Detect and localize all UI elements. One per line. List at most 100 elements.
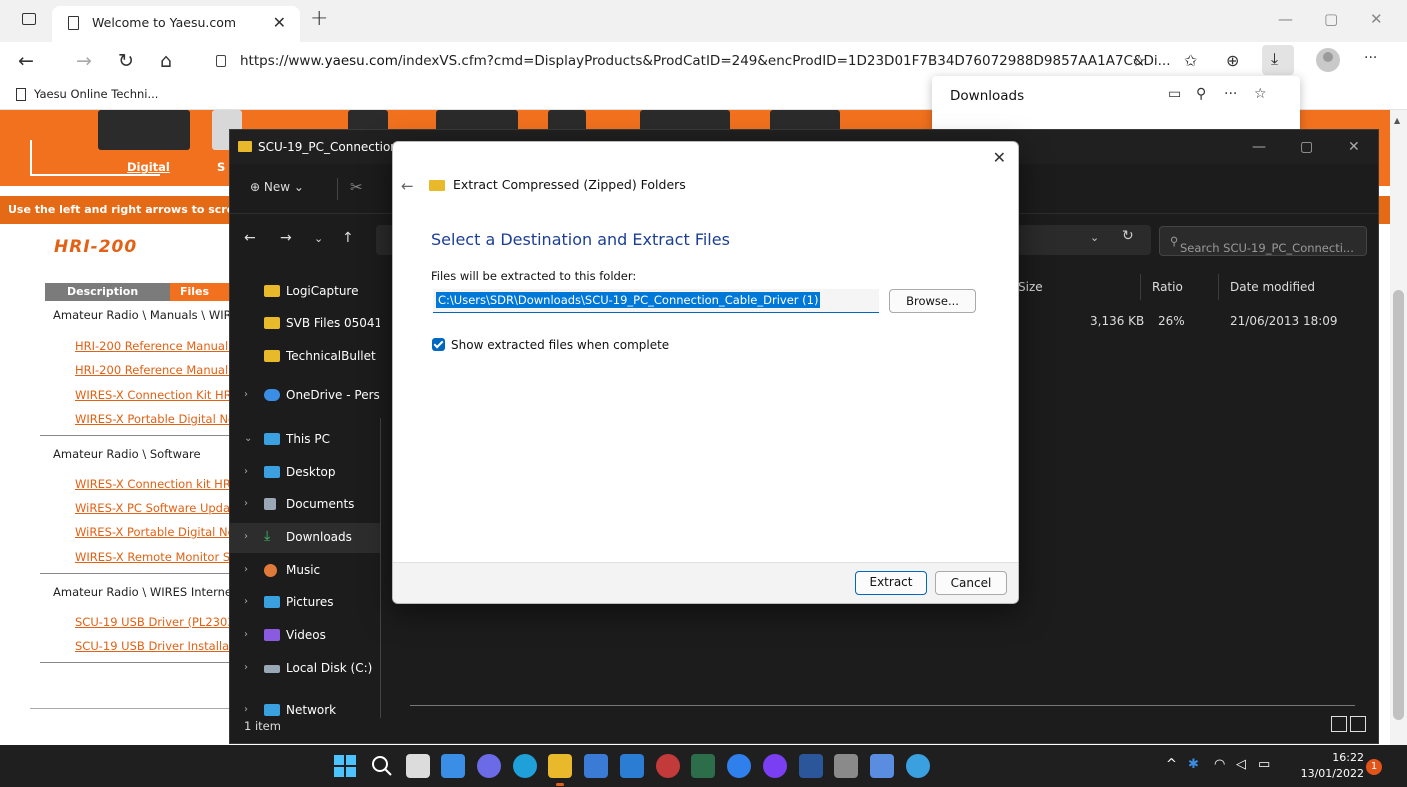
- file-link[interactable]: WIRES-X Remote Monitor Sc: [75, 550, 236, 564]
- mail-icon[interactable]: [620, 754, 644, 778]
- search-icon[interactable]: ⚲: [1196, 86, 1206, 102]
- pin-icon[interactable]: ☆: [1254, 86, 1267, 102]
- file-link[interactable]: SCU-19 USB Driver (PL2303: [75, 615, 235, 629]
- chat-icon[interactable]: [477, 754, 501, 778]
- product-thumbnail[interactable]: [98, 110, 190, 150]
- teamviewer-icon[interactable]: [727, 754, 751, 778]
- nav-item-desktop[interactable]: › Desktop: [230, 458, 380, 488]
- search-icon[interactable]: [370, 754, 394, 778]
- notification-badge[interactable]: 1: [1366, 759, 1382, 775]
- chevron-right-icon[interactable]: ›: [244, 704, 248, 715]
- favorite-star-icon[interactable]: ☆: [1132, 51, 1146, 70]
- nav-item-videos[interactable]: › Videos: [230, 621, 380, 651]
- maximize-icon[interactable]: ▢: [1300, 139, 1313, 155]
- cut-icon[interactable]: ✂: [350, 178, 363, 196]
- forward-icon[interactable]: →: [76, 50, 92, 72]
- browse-button[interactable]: Browse...: [889, 289, 976, 313]
- chevron-right-icon[interactable]: ›: [244, 389, 248, 400]
- profile-avatar[interactable]: [1316, 48, 1340, 72]
- nav-item-network[interactable]: › Network: [230, 696, 380, 718]
- minimize-icon[interactable]: —: [1278, 10, 1293, 28]
- forward-icon[interactable]: →: [280, 230, 292, 246]
- column-header-ratio[interactable]: Ratio: [1152, 280, 1183, 294]
- show-files-label[interactable]: Show extracted files when complete: [451, 338, 669, 352]
- nav-item-local-disk[interactable]: › Local Disk (C:): [230, 654, 380, 684]
- back-icon[interactable]: ←: [18, 50, 34, 72]
- nav-item-svb-files[interactable]: SVB Files 05041: [230, 309, 380, 339]
- tab-actions-icon[interactable]: [22, 13, 36, 25]
- nav-item-logicapture[interactable]: LogiCapture: [230, 277, 380, 307]
- explorer-search-input[interactable]: ⚲ Search SCU-19_PC_Connecti...: [1159, 226, 1367, 256]
- up-icon[interactable]: ↑: [342, 230, 354, 246]
- wifi-icon[interactable]: ◠: [1214, 757, 1225, 772]
- file-link[interactable]: WIRES-X Connection Kit HR: [75, 388, 232, 402]
- nav-item-downloads[interactable]: › ⤓ Downloads: [230, 523, 380, 553]
- view-toggle[interactable]: [1328, 716, 1366, 735]
- file-link[interactable]: WIRES-X Connection kit HRI: [75, 477, 234, 491]
- downloads-button[interactable]: ⤓: [1262, 45, 1294, 75]
- chevron-down-icon[interactable]: ⌄: [244, 433, 252, 444]
- new-button[interactable]: ⊕ New ⌄: [250, 180, 304, 194]
- chevron-right-icon[interactable]: ›: [244, 531, 248, 542]
- extract-button[interactable]: Extract: [855, 571, 927, 595]
- word-icon[interactable]: [799, 754, 823, 778]
- chevron-right-icon[interactable]: ›: [244, 498, 248, 509]
- chevron-right-icon[interactable]: ›: [244, 662, 248, 673]
- chevron-down-icon[interactable]: ⌄: [1090, 231, 1099, 244]
- favorite-link[interactable]: Yaesu Online Techni...: [34, 87, 158, 101]
- file-link[interactable]: WiRES-X PC Software Updat: [75, 501, 235, 515]
- close-window-icon[interactable]: ✕: [1370, 10, 1383, 28]
- scroll-up-icon[interactable]: ▲: [1394, 116, 1400, 125]
- more-options-icon[interactable]: ···: [1224, 86, 1237, 102]
- file-explorer-icon[interactable]: [548, 754, 572, 786]
- battery-icon[interactable]: ▭: [1258, 757, 1270, 772]
- back-icon[interactable]: ←: [401, 177, 414, 195]
- minimize-icon[interactable]: —: [1252, 139, 1266, 155]
- file-link[interactable]: WIRES-X Portable Digital No: [75, 412, 235, 426]
- chevron-right-icon[interactable]: ›: [244, 596, 248, 607]
- app-icon[interactable]: [906, 754, 930, 778]
- destination-path-input[interactable]: C:\Users\SDR\Downloads\SCU-19_PC_Connect…: [433, 289, 879, 313]
- file-link[interactable]: WiRES-X Portable Digital No: [75, 525, 235, 539]
- app-icon[interactable]: [763, 754, 787, 778]
- bluetooth-icon[interactable]: ✱: [1188, 757, 1199, 772]
- collections-icon[interactable]: ⊕: [1226, 51, 1239, 70]
- tab-description[interactable]: Description: [45, 283, 170, 301]
- app-icon[interactable]: [870, 754, 894, 778]
- clock[interactable]: 16:22 13/01/2022: [1296, 750, 1364, 782]
- more-icon[interactable]: ···: [1364, 50, 1377, 66]
- file-link[interactable]: HRI-200 Reference Manual f: [75, 363, 236, 377]
- details-view-icon[interactable]: [1331, 716, 1347, 732]
- close-tab-icon[interactable]: ✕: [273, 13, 286, 32]
- nav-item-music[interactable]: › Music: [230, 556, 380, 586]
- widgets-icon[interactable]: [441, 754, 465, 778]
- close-dialog-icon[interactable]: ✕: [993, 148, 1006, 167]
- nav-item-technicalbullet[interactable]: TechnicalBullet: [230, 342, 380, 372]
- favorites-icon[interactable]: ✩: [1184, 51, 1197, 70]
- tiles-view-icon[interactable]: [1350, 716, 1366, 732]
- show-files-checkbox[interactable]: [432, 338, 445, 351]
- open-folder-icon[interactable]: ▭: [1168, 86, 1181, 102]
- close-window-icon[interactable]: ✕: [1348, 139, 1360, 155]
- back-icon[interactable]: ←: [244, 230, 256, 246]
- refresh-icon[interactable]: ↻: [1122, 228, 1134, 244]
- recent-locations-icon[interactable]: ⌄: [314, 232, 323, 245]
- refresh-icon[interactable]: ↻: [118, 50, 134, 72]
- page-scrollbar[interactable]: ▲: [1390, 110, 1407, 745]
- edge-icon[interactable]: [513, 754, 537, 778]
- address-bar[interactable]: https://www.yaesu.com/indexVS.cfm?cmd=Di…: [200, 48, 1171, 76]
- nav-item-documents[interactable]: › Documents: [230, 490, 380, 520]
- start-icon[interactable]: [333, 754, 357, 778]
- volume-icon[interactable]: ◁: [1236, 757, 1246, 772]
- task-view-icon[interactable]: [406, 754, 430, 778]
- tab-files[interactable]: Files: [170, 283, 230, 301]
- file-link[interactable]: HRI-200 Reference Manual f: [75, 339, 236, 353]
- app-icon[interactable]: [656, 754, 680, 778]
- chevron-right-icon[interactable]: ›: [244, 466, 248, 477]
- lock-icon[interactable]: [216, 55, 226, 67]
- chevron-right-icon[interactable]: ›: [244, 564, 248, 575]
- scrollbar-thumb[interactable]: [1393, 290, 1404, 720]
- nav-item-pictures[interactable]: › Pictures: [230, 588, 380, 618]
- new-tab-icon[interactable]: +: [310, 6, 328, 31]
- restore-icon[interactable]: ▢: [1324, 10, 1338, 28]
